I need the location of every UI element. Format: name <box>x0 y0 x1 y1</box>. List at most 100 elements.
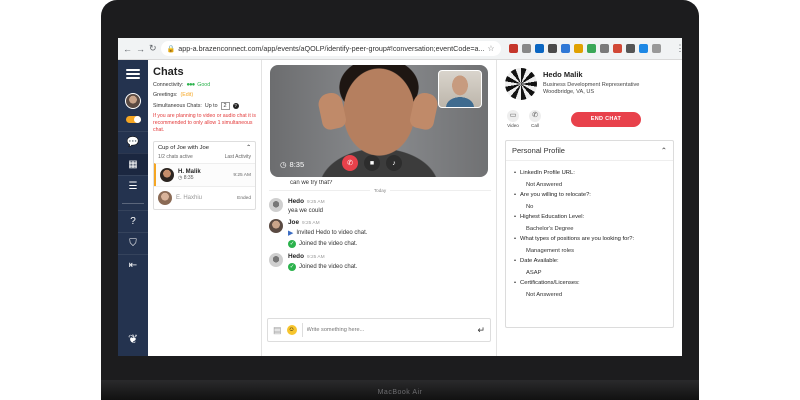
star-icon[interactable]: ☆ <box>487 44 494 53</box>
send-icon[interactable]: ↵ <box>477 325 485 336</box>
message-fragment: can we try that? <box>290 180 333 186</box>
system-message: ▶ Invited Hedo to video chat. <box>288 229 367 237</box>
end-call-button[interactable]: ✆ <box>342 155 358 171</box>
hamburger-icon[interactable] <box>126 67 140 81</box>
chat-item-duration: ◷ 8:35 <box>178 175 229 181</box>
document-icon[interactable]: ☰ <box>118 175 148 197</box>
chat-item-duration-value: 8:35 <box>183 175 194 182</box>
personal-profile-header[interactable]: Personal Profile ⌃ <box>506 141 673 161</box>
chat-item-time: 9:25 AM <box>233 172 251 178</box>
attachment-icon[interactable]: ▤ <box>273 325 282 336</box>
logout-icon[interactable]: ⇤ <box>118 254 148 276</box>
message-composer: ▤ ☺ ↵ <box>267 318 491 342</box>
extension-icon[interactable] <box>612 44 622 53</box>
personal-profile-section: Personal Profile ⌃ LinkedIn Profile URL:… <box>505 140 674 328</box>
simultaneous-label: Simultaneous Chats: <box>153 103 202 109</box>
screen: ← → ↻ 🔒 app-a.brazenconnect.com/app/even… <box>118 38 682 356</box>
video-timer: ◷ 8:35 <box>280 160 304 169</box>
signal-dots-icon: ●●● <box>186 82 195 88</box>
profile-location: Woodbridge, VA, US <box>543 89 595 96</box>
browser-toolbar: ← → ↻ 🔒 app-a.brazenconnect.com/app/even… <box>118 38 682 60</box>
availability-toggle[interactable] <box>125 116 141 123</box>
extension-icon[interactable] <box>573 44 583 53</box>
greetings-label: Greetings: <box>153 92 178 98</box>
extension-icon[interactable] <box>638 44 648 53</box>
divider-line <box>269 190 370 191</box>
help-icon[interactable]: ? <box>232 103 239 109</box>
microphone-button[interactable]: ♪ <box>386 155 402 171</box>
video-timer-value: 8:35 <box>289 160 305 169</box>
simultaneous-row: Simultaneous Chats: Up to 2 ? <box>153 102 256 110</box>
shield-icon[interactable]: ⛉ <box>118 232 148 254</box>
extension-icon[interactable] <box>651 44 661 53</box>
camera-button[interactable]: ■ <box>364 155 380 171</box>
qa-answer: Not Answered <box>526 292 563 298</box>
message-content: Joe 9:25 AM ▶ Invited Hedo to video chat. … <box>288 219 367 248</box>
extension-icon[interactable] <box>521 44 531 53</box>
extension-icon[interactable] <box>547 44 557 53</box>
qa-answer: No <box>526 204 534 210</box>
message-header: Hedo 9:25 AM <box>288 198 325 205</box>
extension-icon[interactable] <box>508 44 518 53</box>
chat-item-info: E. Haxhiu <box>176 195 233 201</box>
chat-item[interactable]: E. Haxhiu Ended <box>154 186 255 209</box>
forward-icon[interactable]: → <box>136 44 145 54</box>
message-time: 9:25 AM <box>306 255 325 260</box>
extension-icon[interactable] <box>599 44 609 53</box>
greetings-row: Greetings: (Edit) <box>153 92 256 98</box>
chat-item[interactable]: H. Malik ◷ 8:35 9:25 AM <box>154 163 255 187</box>
menu-icon[interactable]: ⋮ <box>676 43 682 54</box>
address-bar[interactable]: 🔒 app-a.brazenconnect.com/app/events/aQO… <box>160 41 501 56</box>
simultaneous-select[interactable]: 2 <box>220 102 230 110</box>
system-message: ✓ Joined the video chat. <box>288 240 367 248</box>
chat-group: Cup of Joe with Joe ⌃ 1/2 chats active L… <box>153 141 256 211</box>
self-view-video[interactable] <box>438 70 482 108</box>
video-action[interactable]: ▭ Video <box>507 110 519 128</box>
profile-actions: ▭ Video ✆ Call END CHAT <box>507 110 674 128</box>
profile-name: Hedo Malik <box>543 70 583 79</box>
laptop-model-label: MacBook Air <box>377 389 423 396</box>
qa-answer: Not Answered <box>526 182 563 188</box>
chat-item-time: Ended <box>237 195 251 201</box>
avatar[interactable] <box>125 93 141 109</box>
extension-icon[interactable] <box>625 44 635 53</box>
extension-icon[interactable] <box>586 44 596 53</box>
chevron-up-icon[interactable]: ⌃ <box>661 146 667 155</box>
extension-icon[interactable] <box>534 44 544 53</box>
qa-item: What types of positions are you looking … <box>514 236 665 254</box>
chevron-up-icon[interactable]: ⌃ <box>246 145 251 151</box>
calendar-icon[interactable]: ▦ <box>118 153 148 175</box>
video-action-label: Video <box>507 123 519 128</box>
qa-item: Date Available: ASAP <box>514 258 665 276</box>
divider-line <box>390 190 491 191</box>
chats-panel: Chats Connectivity: ●●● Good Greetings: … <box>148 60 262 356</box>
chat-bubbles-icon[interactable]: 💬 <box>118 131 148 153</box>
profile-header: Hedo Malik Business Development Represen… <box>505 68 674 100</box>
message-content: Hedo 9:25 AM yea we could <box>288 198 325 214</box>
call-action[interactable]: ✆ Call <box>529 110 541 128</box>
video-feed[interactable]: ◷ 8:35 ✆ ■ ♪ <box>270 65 488 177</box>
chat-item-name: E. Haxhiu <box>176 195 203 202</box>
qa-question: LinkedIn Profile URL: <box>514 170 665 176</box>
qa-item: Highest Education Level: Bachelor's Degre… <box>514 214 665 232</box>
avatar <box>269 198 283 212</box>
chat-group-title: Cup of Joe with Joe <box>158 145 209 152</box>
message-input[interactable] <box>301 323 473 337</box>
greetings-edit-link[interactable]: (Edit) <box>180 92 193 98</box>
extension-icon[interactable] <box>560 44 570 53</box>
system-message: ✓ Joined the video chat. <box>288 263 357 271</box>
date-divider-label: Today <box>373 188 387 193</box>
message-header: Hedo 9:25 AM <box>288 253 357 260</box>
qa-question: Certifications/Licenses: <box>514 280 665 286</box>
help-icon[interactable]: ? <box>118 210 148 232</box>
message-content: Hedo 9:25 AM ✓ Joined the video chat. <box>288 253 357 271</box>
chats-title: Chats <box>153 66 184 78</box>
qa-answer: Management roles <box>526 248 575 254</box>
back-icon[interactable]: ← <box>123 44 132 54</box>
message-time: 9:25 AM <box>306 200 325 205</box>
end-chat-button[interactable]: END CHAT <box>571 111 641 127</box>
emoji-icon[interactable]: ☺ <box>286 325 297 335</box>
date-divider: Today <box>269 188 491 193</box>
chat-group-header[interactable]: Cup of Joe with Joe ⌃ <box>154 142 255 154</box>
reload-icon[interactable]: ↻ <box>149 43 157 54</box>
